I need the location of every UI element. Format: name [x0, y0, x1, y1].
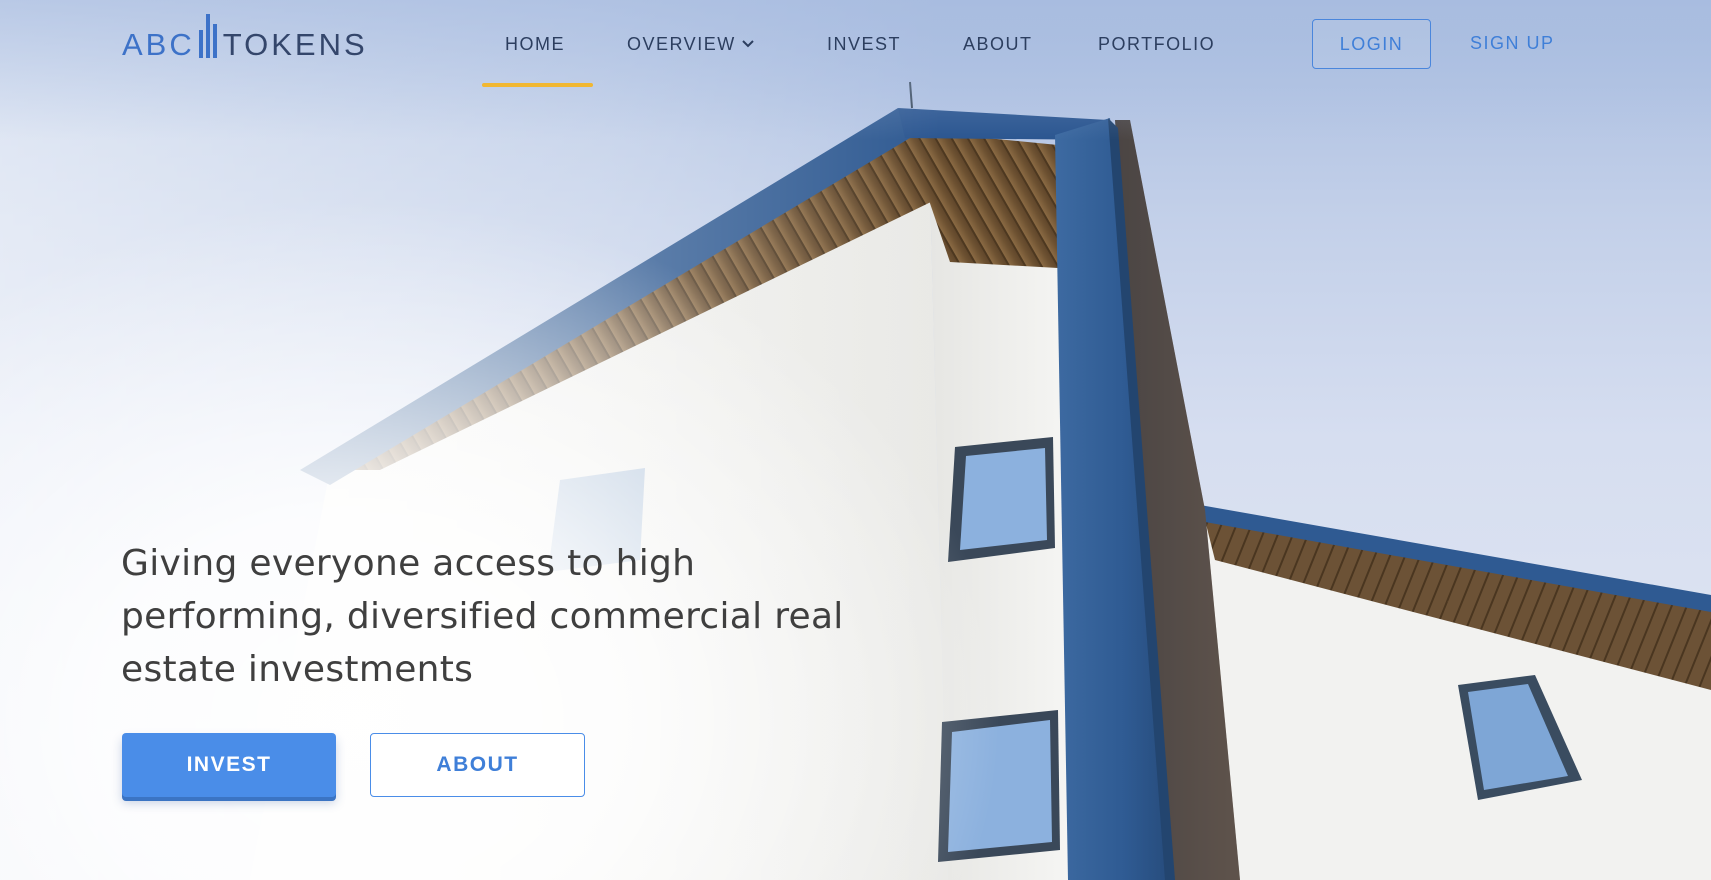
- nav-item-overview-label: OVERVIEW: [627, 34, 736, 54]
- top-navigation: ABC TOKENS HOME OVERVIEW INVEST ABOUT PO…: [0, 0, 1711, 90]
- chevron-down-icon: [741, 40, 754, 48]
- logo-abc-text: ABC: [122, 27, 195, 62]
- logo-tokens-text: TOKENS: [222, 27, 368, 62]
- nav-item-invest[interactable]: INVEST: [827, 34, 901, 55]
- nav-item-overview[interactable]: OVERVIEW: [627, 34, 754, 55]
- signup-button[interactable]: SIGN UP: [1470, 33, 1555, 54]
- login-button[interactable]: LOGIN: [1312, 19, 1431, 69]
- nav-item-home[interactable]: HOME: [505, 34, 565, 55]
- about-button[interactable]: ABOUT: [370, 733, 585, 797]
- nav-item-about[interactable]: ABOUT: [963, 34, 1033, 55]
- active-nav-indicator: [482, 83, 593, 87]
- invest-button[interactable]: INVEST: [122, 733, 336, 797]
- hero-headline: Giving everyone access to high performin…: [121, 543, 844, 690]
- brand-logo[interactable]: ABC TOKENS: [122, 8, 368, 60]
- nav-item-portfolio[interactable]: PORTFOLIO: [1098, 34, 1215, 55]
- logo-building-icon: [198, 14, 217, 58]
